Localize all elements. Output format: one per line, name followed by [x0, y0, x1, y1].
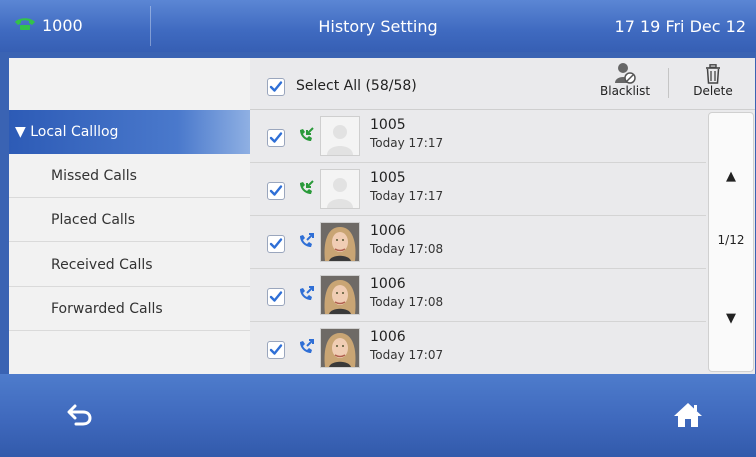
caller-number: 1006	[370, 223, 406, 239]
caller-number: 1006	[370, 276, 406, 292]
received-call-icon	[300, 127, 314, 141]
row-checkbox[interactable]	[267, 182, 285, 200]
blacklist-icon	[615, 63, 636, 84]
sidebar-item-local-calllog[interactable]: ▼ Local Calllog	[9, 110, 250, 154]
sidebar-item-label: Forwarded Calls	[51, 300, 163, 317]
sidebar-item-received-calls[interactable]: Received Calls	[9, 243, 250, 287]
row-checkbox[interactable]	[267, 129, 285, 147]
check-icon	[269, 81, 283, 92]
call-log-row[interactable]: 1005 Today 17:17	[250, 110, 706, 163]
sidebar-item-label: ▼ Local Calllog	[15, 124, 119, 140]
photo-avatar	[320, 275, 360, 315]
call-time: Today 17:07	[370, 348, 444, 362]
caller-number: 1006	[370, 329, 406, 345]
caller-number: 1005	[370, 117, 406, 133]
received-call-icon	[300, 180, 314, 194]
caller-number: 1005	[370, 170, 406, 186]
trash-icon	[706, 64, 720, 84]
page-down-button[interactable]: ▼	[709, 311, 753, 326]
page-up-button[interactable]: ▲	[709, 169, 753, 184]
page-indicator: 1/12	[717, 233, 745, 247]
sidebar: ▼ Local Calllog Missed Calls Placed Call…	[9, 58, 250, 374]
softkey-bar	[0, 374, 756, 457]
clock: 17 19 Fri Dec 12	[614, 17, 746, 36]
call-time: Today 17:17	[370, 136, 444, 150]
list-header: Select All (58/58) Blacklist Delete	[250, 58, 755, 110]
select-all-checkbox[interactable]	[267, 78, 285, 96]
call-time: Today 17:17	[370, 189, 444, 203]
blacklist-label: Blacklist	[600, 84, 651, 98]
home-button[interactable]	[658, 392, 718, 438]
placed-call-icon	[300, 286, 314, 300]
delete-button[interactable]: Delete	[688, 62, 738, 98]
toolbar-divider	[668, 68, 669, 98]
sidebar-item-forwarded-calls[interactable]: Forwarded Calls	[9, 287, 250, 331]
check-icon	[269, 291, 283, 302]
back-arrow-icon	[67, 404, 92, 426]
sidebar-item-label: Received Calls	[51, 256, 153, 273]
blacklist-button[interactable]: Blacklist	[600, 62, 650, 98]
default-avatar	[320, 169, 360, 209]
row-checkbox[interactable]	[267, 341, 285, 359]
call-log-list: Select All (58/58) Blacklist Delete 1005…	[250, 58, 755, 374]
sidebar-item-label: Placed Calls	[51, 211, 135, 228]
call-time: Today 17:08	[370, 295, 444, 309]
sidebar-item-placed-calls[interactable]: Placed Calls	[9, 198, 250, 242]
placed-call-icon	[300, 233, 314, 247]
check-icon	[269, 238, 283, 249]
call-time: Today 17:08	[370, 242, 444, 256]
sidebar-item-label: Missed Calls	[51, 167, 137, 184]
check-icon	[269, 344, 283, 355]
default-avatar	[320, 116, 360, 156]
call-log-row[interactable]: 1005 Today 17:17	[250, 163, 706, 216]
back-button[interactable]	[50, 392, 110, 438]
row-checkbox[interactable]	[267, 288, 285, 306]
status-bar: 1000 History Setting 17 19 Fri Dec 12	[0, 0, 756, 52]
call-log-row[interactable]: 1006 Today 17:08	[250, 216, 706, 269]
call-log-row[interactable]: 1006 Today 17:08	[250, 269, 706, 322]
photo-avatar	[320, 328, 360, 368]
placed-call-icon	[300, 339, 314, 353]
page-scroller: ▲ 1/12 ▼	[708, 112, 754, 372]
sidebar-item-missed-calls[interactable]: Missed Calls	[9, 154, 250, 198]
select-all-label: Select All (58/58)	[296, 78, 417, 94]
photo-avatar	[320, 222, 360, 262]
content-panel: ▼ Local Calllog Missed Calls Placed Call…	[9, 58, 755, 374]
home-icon	[674, 403, 702, 427]
check-icon	[269, 132, 283, 143]
call-log-row[interactable]: 1006 Today 17:07	[250, 322, 706, 375]
row-checkbox[interactable]	[267, 235, 285, 253]
delete-label: Delete	[693, 84, 733, 98]
check-icon	[269, 185, 283, 196]
